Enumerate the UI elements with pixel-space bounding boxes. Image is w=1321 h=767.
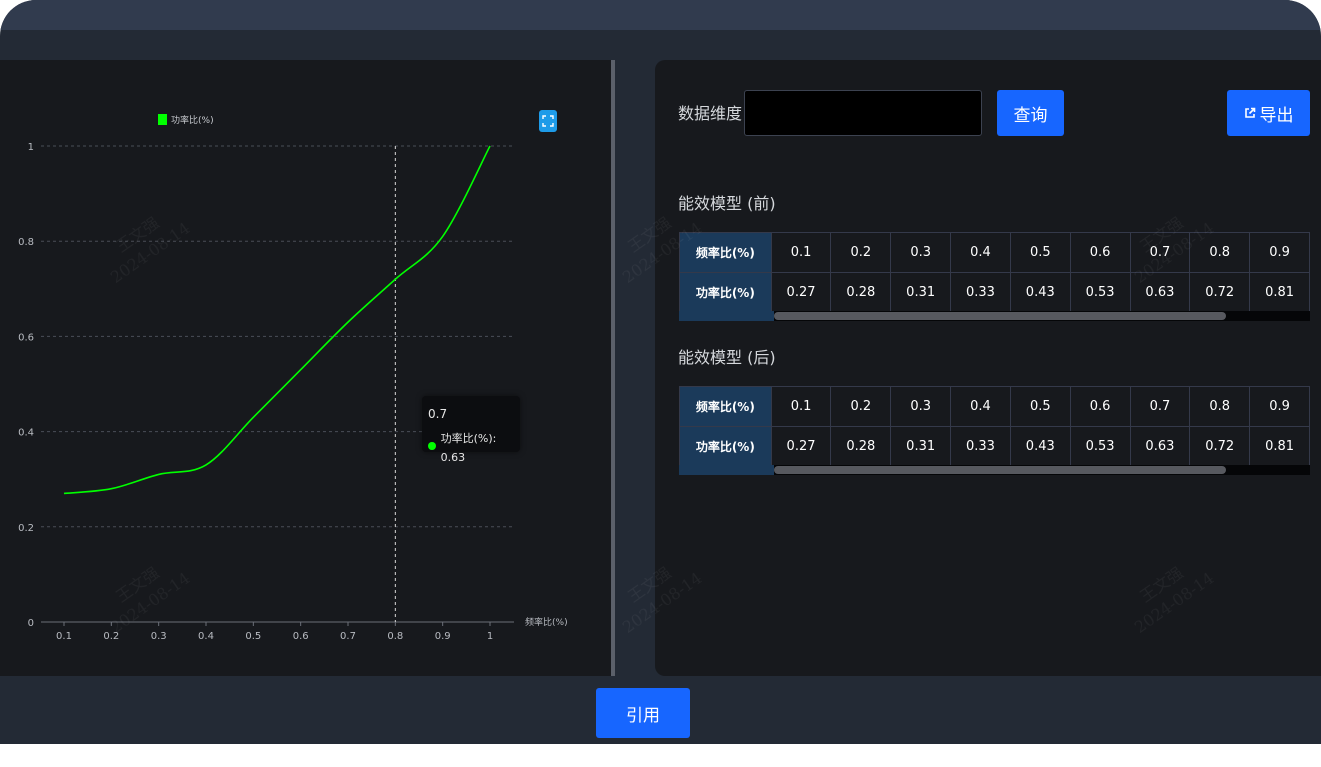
power-cell: 0.63 xyxy=(1129,272,1191,313)
row-header-freq: 频率比(%) xyxy=(679,232,772,273)
power-cell: 0.33 xyxy=(950,272,1011,313)
freq-cell: 0.7 xyxy=(1129,232,1191,273)
power-ratio-line-chart[interactable]: 0 0.2 0.4 0.6 0.8 1 0.1 0.2 0.3 0.4 0.5 0.6 0.7 0.8 0.… xyxy=(0,0,611,676)
scrollbar-thumb[interactable] xyxy=(774,466,1226,474)
freq-cell: 0.2 xyxy=(830,232,892,273)
freq-cell: 0.4 xyxy=(950,386,1011,427)
x-axis-label: 频率比(%) xyxy=(525,616,568,628)
freq-cell: 0.2 xyxy=(830,386,892,427)
legend-label: 功率比(%) xyxy=(171,116,214,126)
power-cell: 0.27 xyxy=(770,272,832,313)
freq-cell: 0.3 xyxy=(890,232,952,273)
export-button[interactable]: 导出 xyxy=(1227,90,1310,136)
x-tick-label: 0.8 xyxy=(387,631,403,642)
model-after-table: 频率比(%) 0.1 0.2 0.3 0.4 0.5 0.6 0.7 0.8 0.9 功率比(%)… xyxy=(679,386,1310,467)
export-label: 导出 xyxy=(1259,105,1294,126)
power-cell: 0.72 xyxy=(1189,272,1251,313)
tooltip-x-value: 0.7 xyxy=(428,407,448,421)
model-panel xyxy=(655,60,1321,676)
power-cell: 0.81 xyxy=(1249,272,1310,313)
model-after-table-container[interactable]: 频率比(%) 0.1 0.2 0.3 0.4 0.5 0.6 0.7 0.8 0.9 功率比(%)… xyxy=(679,386,1310,476)
tooltip-value: 0.63 xyxy=(440,451,466,464)
power-cell: 0.53 xyxy=(1069,426,1131,467)
power-cell: 0.31 xyxy=(890,426,952,467)
freq-cell: 0.3 xyxy=(890,386,952,427)
power-cell: 0.28 xyxy=(830,426,892,467)
y-tick-label: 0.8 xyxy=(18,237,34,248)
chart-legend[interactable]: 功率比(%) xyxy=(158,113,214,126)
y-tick-label: 0.6 xyxy=(18,332,34,343)
chart-tooltip: 0.7 功率比(%): 0.63 xyxy=(422,396,520,464)
external-link-icon xyxy=(1244,107,1255,118)
y-tick-label: 1 xyxy=(28,142,34,153)
tooltip-row: 功率比(%): 0.63 xyxy=(428,427,520,465)
scroll-corner xyxy=(679,311,774,321)
x-tick-label: 0.6 xyxy=(293,631,309,642)
tooltip-series-dot xyxy=(428,442,436,450)
x-tick-label: 0.3 xyxy=(151,631,167,642)
panel-splitter[interactable] xyxy=(611,60,615,676)
model-before-table-container[interactable]: 频率比(%) 0.1 0.2 0.3 0.4 0.5 0.6 0.7 0.8 0.9 功率比(%)… xyxy=(679,232,1310,322)
x-tick-label: 0.2 xyxy=(103,631,119,642)
power-cell: 0.28 xyxy=(830,272,892,313)
y-tick-label: 0.4 xyxy=(18,428,34,439)
row-header-power: 功率比(%) xyxy=(679,272,772,313)
fullscreen-button[interactable] xyxy=(539,110,557,132)
freq-cell: 0.5 xyxy=(1009,386,1071,427)
table-row-power: 功率比(%) 0.27 0.28 0.31 0.33 0.43 0.53 0.63 0.72 0.… xyxy=(679,426,1310,467)
scrollbar-thumb[interactable] xyxy=(774,312,1226,320)
power-cell: 0.31 xyxy=(890,272,952,313)
power-cell: 0.81 xyxy=(1249,426,1310,467)
x-tick-label: 0.9 xyxy=(435,631,451,642)
freq-cell: 0.7 xyxy=(1129,386,1191,427)
tooltip-series-name: 功率比(%) xyxy=(440,432,493,445)
x-tick-label: 0.4 xyxy=(198,631,214,642)
x-tick-label: 0.7 xyxy=(340,631,356,642)
y-tick-label: 0.2 xyxy=(18,523,34,534)
fullscreen-icon xyxy=(542,115,554,127)
row-header-power: 功率比(%) xyxy=(679,426,772,467)
query-button[interactable]: 查询 xyxy=(997,90,1064,136)
power-cell: 0.53 xyxy=(1069,272,1131,313)
dimension-label: 数据维度 xyxy=(678,104,743,123)
freq-cell: 0.4 xyxy=(950,232,1011,273)
power-cell: 0.63 xyxy=(1129,426,1191,467)
table-row-freq: 频率比(%) 0.1 0.2 0.3 0.4 0.5 0.6 0.7 0.8 0.9 xyxy=(679,386,1310,427)
row-header-freq: 频率比(%) xyxy=(679,386,772,427)
freq-cell: 0.9 xyxy=(1249,386,1310,427)
legend-swatch xyxy=(158,114,167,125)
table-row-freq: 频率比(%) 0.1 0.2 0.3 0.4 0.5 0.6 0.7 0.8 0.9 xyxy=(679,232,1310,273)
freq-cell: 0.6 xyxy=(1069,386,1131,427)
model-before-table: 频率比(%) 0.1 0.2 0.3 0.4 0.5 0.6 0.7 0.8 0.9 功率比(%)… xyxy=(679,232,1310,313)
freq-cell: 0.8 xyxy=(1189,232,1251,273)
model-before-scrollbar[interactable] xyxy=(774,311,1310,321)
freq-cell: 0.6 xyxy=(1069,232,1131,273)
freq-cell: 0.9 xyxy=(1249,232,1310,273)
scroll-corner xyxy=(679,465,774,475)
power-cell: 0.27 xyxy=(770,426,832,467)
y-tick-label: 0 xyxy=(28,618,34,629)
app-window: 0 0.2 0.4 0.6 0.8 1 0.1 0.2 0.3 0.4 0.5 0.6 0.7 0.8 0.… xyxy=(0,0,1321,744)
apply-button[interactable]: 引用 xyxy=(596,688,690,738)
freq-cell: 0.5 xyxy=(1009,232,1071,273)
dimension-input[interactable] xyxy=(744,90,982,136)
table-row-power: 功率比(%) 0.27 0.28 0.31 0.33 0.43 0.53 0.63 0.72 0.… xyxy=(679,272,1310,313)
freq-cell: 0.8 xyxy=(1189,386,1251,427)
model-after-scrollbar[interactable] xyxy=(774,465,1310,475)
x-tick-label: 0.1 xyxy=(56,631,72,642)
power-cell: 0.33 xyxy=(950,426,1011,467)
power-cell: 0.43 xyxy=(1009,272,1071,313)
x-tick-label: 0.5 xyxy=(245,631,261,642)
x-tick-label: 1 xyxy=(487,631,493,642)
model-after-title: 能效模型 (后) xyxy=(678,348,776,367)
freq-cell: 0.1 xyxy=(770,386,832,427)
model-before-title: 能效模型 (前) xyxy=(678,194,776,213)
power-cell: 0.43 xyxy=(1009,426,1071,467)
power-cell: 0.72 xyxy=(1189,426,1251,467)
freq-cell: 0.1 xyxy=(770,232,832,273)
